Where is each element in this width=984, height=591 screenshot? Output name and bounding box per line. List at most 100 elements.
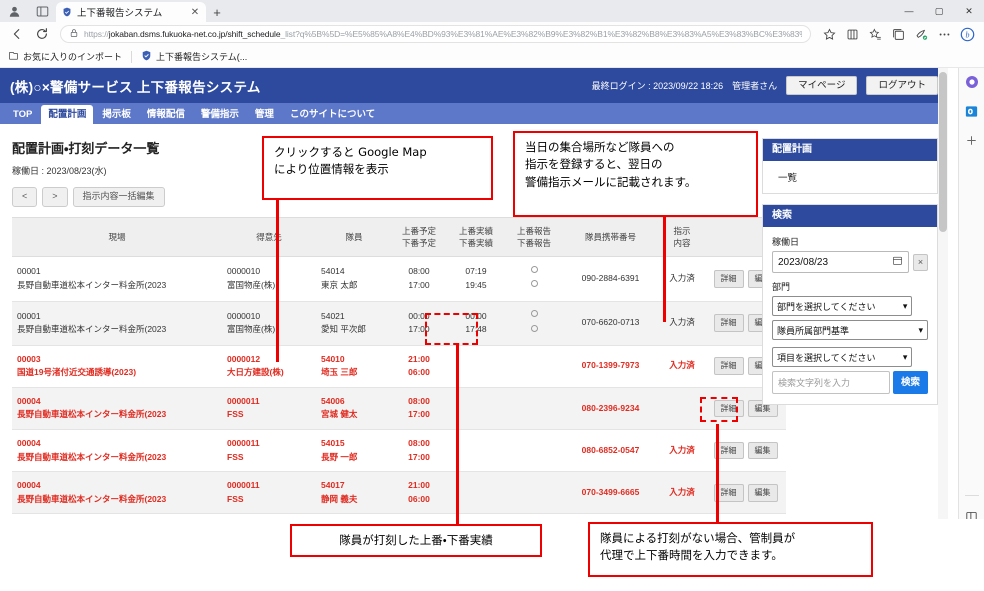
bulk-edit-instructions-button[interactable]: 指示内容一括編集 xyxy=(72,187,165,207)
cell-guard-line1: 54017 xyxy=(321,480,345,491)
nav-tab-guard-instructions[interactable]: 警備指示 xyxy=(194,106,246,124)
outlook-icon[interactable] xyxy=(963,102,981,120)
col-actual[interactable]: 上番実績 下番実績 xyxy=(446,216,506,258)
nav-tab-about-site[interactable]: このサイトについて xyxy=(283,106,382,124)
calendar-icon[interactable] xyxy=(892,255,903,269)
panel-title: 検索 xyxy=(763,205,937,227)
nav-tab-placement-plan[interactable]: 配置計画 xyxy=(41,105,94,124)
department-basis-select[interactable]: 隊員所属部門基準 ▾ xyxy=(772,320,928,340)
logout-button[interactable]: ログアウト xyxy=(866,75,938,96)
col-label: 上番予定 xyxy=(401,225,436,236)
cell-site-line2: 長野自動車道松本インター料金所(2023 xyxy=(17,493,167,504)
next-day-button[interactable]: > xyxy=(42,187,68,207)
col-label: 現場 xyxy=(108,231,126,242)
detail-button[interactable]: 詳細 xyxy=(713,357,744,376)
browser-tab-title: 上下番報告システム xyxy=(77,8,163,19)
col-label-2: 内容 xyxy=(673,238,691,248)
address-bar[interactable]: https://jokaban.dsms.fukuoka-net.co.jp/s… xyxy=(60,25,811,43)
col-scheduled[interactable]: 上番予定 下番予定 xyxy=(392,216,446,258)
back-icon[interactable] xyxy=(6,24,28,44)
window-controls: — ▢ ✕ xyxy=(894,0,984,22)
table-row[interactable]: 00003 国道19号渚付近交通誘導(2023) 0000012 大日方建設(株) 54… xyxy=(12,345,786,388)
cell-actual-times xyxy=(446,429,506,473)
nav-tab-bulletin-board[interactable]: 掲示板 xyxy=(95,106,138,124)
reload-icon[interactable] xyxy=(31,24,53,44)
col-guard[interactable]: 隊員 xyxy=(316,216,392,258)
url-path: _list?q%5B%5D=%E5%85%A8%E4%BD%93%E3%81%A… xyxy=(280,29,802,39)
page-scrollbar-thumb[interactable] xyxy=(939,72,947,232)
table-row[interactable]: 00001 長野自動車道松本インター料金所(2023 0000010 富国物産(株) 5… xyxy=(12,301,786,346)
detail-button[interactable]: 詳細 xyxy=(713,270,744,288)
table-row[interactable]: 00004 長野自動車道松本インター料金所(2023 0000011 FSS 54017… xyxy=(12,471,786,515)
cell-client-line1: 0000011 xyxy=(227,480,260,491)
maximize-button[interactable]: ▢ xyxy=(924,0,954,22)
nav-tab-management[interactable]: 管理 xyxy=(248,106,281,124)
item-select[interactable]: 項目を選択してください ▾ xyxy=(772,347,913,367)
bookmark-label: 上下番報告システム(... xyxy=(156,52,248,62)
cell-phone: 090-2884-6391 xyxy=(562,256,659,302)
browser-side-bar xyxy=(958,68,984,591)
copilot-icon[interactable]: b xyxy=(956,24,978,44)
plan-list-link[interactable]: 一覧 xyxy=(772,168,928,186)
cell-client-line2: FSS xyxy=(227,409,244,420)
cell-actual-times-line2: 19:45 xyxy=(465,279,487,290)
mypage-button[interactable]: マイページ xyxy=(786,75,858,96)
copilot-icon[interactable] xyxy=(963,73,981,91)
cell-scheduled-times: 08:00 17:00 xyxy=(392,429,446,473)
table-row[interactable]: 00004 長野自動車道松本インター料金所(2023 0000011 FSS 54006… xyxy=(12,387,786,431)
svg-text:b: b xyxy=(965,30,969,39)
profile-avatar-icon[interactable] xyxy=(0,0,28,22)
split-screen-icon[interactable] xyxy=(887,24,909,44)
browser-tab-active[interactable]: 上下番報告システム ✕ xyxy=(56,2,206,22)
cell-client: 0000010 富国物産(株) xyxy=(222,256,316,302)
detail-button[interactable]: 詳細 xyxy=(713,314,744,332)
circle-icon xyxy=(530,265,538,273)
cell-client: 0000011 FSS xyxy=(222,387,316,431)
minimize-button[interactable]: — xyxy=(894,0,924,22)
new-tab-button[interactable]: + xyxy=(206,2,228,22)
work-date-input[interactable]: 2023/08/23 xyxy=(772,251,909,273)
report-out-indicator xyxy=(511,279,557,294)
bookmark-import-favorites[interactable]: お気に入りのインポート xyxy=(8,50,122,63)
highlight-edit-button xyxy=(700,397,738,422)
table-row[interactable]: 00001 長野自動車道松本インター料金所(2023 0000010 富国物産(株) 5… xyxy=(12,256,786,302)
cell-scheduled-times-line1: 08:00 xyxy=(408,438,430,449)
department-select[interactable]: 部門を選択してください ▾ xyxy=(772,296,913,316)
search-keyword-input[interactable]: 検索文字列を入力 xyxy=(772,371,890,394)
app-header: (株)○×警備サービス 上下番報告システム 最終ログイン : 2023/09/2… xyxy=(0,68,948,103)
col-site[interactable]: 現場 xyxy=(12,216,222,258)
clear-date-button[interactable]: × xyxy=(913,253,928,271)
cell-guard-line2: 静岡 義夫 xyxy=(321,493,358,504)
annotation-proxy-input: 隊員による打刻がない場合、管制員が 代理で上下番時間を入力できます。 xyxy=(588,522,873,577)
report-in-indicator xyxy=(511,264,557,279)
col-label-2: 下番報告 xyxy=(516,238,551,248)
cell-site-line2: 長野自動車道松本インター料金所(2023 xyxy=(17,409,167,420)
cell-report-status xyxy=(506,429,562,473)
table-row[interactable]: 00004 長野自動車道松本インター料金所(2023 0000011 FSS 54015… xyxy=(12,429,786,473)
close-icon[interactable]: ✕ xyxy=(189,6,201,18)
favorites-star-icon[interactable] xyxy=(818,24,840,44)
col-client[interactable]: 得意先 xyxy=(222,216,316,258)
col-instruction[interactable]: 指示 内容 xyxy=(659,216,705,258)
toolbar-icons: b xyxy=(818,24,978,44)
cell-scheduled-times-line2: 06:00 xyxy=(408,493,430,504)
nav-tab-top[interactable]: TOP xyxy=(6,106,39,124)
col-phone[interactable]: 隊員携帯番号 xyxy=(562,216,659,258)
cell-report-status xyxy=(506,301,562,346)
cell-client-line1: 0000010 xyxy=(227,266,261,277)
col-report[interactable]: 上番報告 下番報告 xyxy=(506,216,562,258)
collections-icon[interactable] xyxy=(841,24,863,44)
tab-search-icon[interactable] xyxy=(28,0,56,22)
nav-tab-info-delivery[interactable]: 情報配信 xyxy=(140,106,192,124)
prev-day-button[interactable]: < xyxy=(12,187,38,207)
cell-site-line2: 国道19号渚付近交通誘導(2023) xyxy=(17,367,137,378)
bookmark-jokaban[interactable]: 上下番報告システム(... xyxy=(141,50,247,63)
favorites-list-icon[interactable] xyxy=(864,24,886,44)
add-icon[interactable] xyxy=(963,131,981,149)
page-scrollbar[interactable] xyxy=(938,68,948,519)
search-button[interactable]: 検索 xyxy=(892,371,928,394)
more-options-icon[interactable] xyxy=(933,24,955,44)
window-close-button[interactable]: ✕ xyxy=(954,0,984,22)
placement-plan-panel: 配置計画 一覧 xyxy=(762,138,938,194)
browser-essentials-icon[interactable] xyxy=(910,24,932,44)
